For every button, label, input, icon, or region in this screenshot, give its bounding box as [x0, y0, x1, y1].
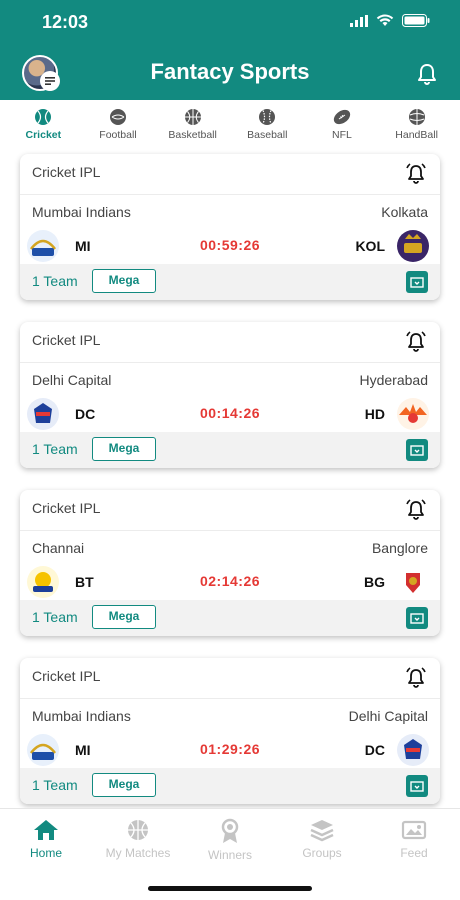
- left-team-name: Mumbai Indians: [32, 708, 131, 724]
- team-count: 1 Team: [32, 609, 78, 625]
- handball-icon: [408, 109, 425, 125]
- league-name: Cricket IPL: [32, 164, 101, 180]
- cricket-ball-icon: [35, 109, 52, 125]
- contest-icon[interactable]: [406, 271, 428, 293]
- left-team-name: Channai: [32, 540, 85, 556]
- tab-football[interactable]: Football: [83, 108, 153, 148]
- home-indicator: [148, 886, 312, 891]
- sports-tabs: Cricket Football Basketball Baseball NFL…: [0, 108, 460, 148]
- card-footer: 1 Team Mega: [20, 432, 440, 468]
- card-footer: 1 Team Mega: [20, 264, 440, 300]
- right-team-name: Hyderabad: [359, 372, 429, 388]
- left-team-name: Delhi Capital: [32, 372, 112, 388]
- signal-icon: [350, 14, 368, 27]
- league-name: Cricket IPL: [32, 332, 101, 348]
- left-team-name: Mumbai Indians: [32, 204, 131, 220]
- match-card[interactable]: Cricket IPL Channai Banglore BT BG 02:14…: [20, 490, 440, 636]
- tab-cricket[interactable]: Cricket: [8, 108, 78, 148]
- tab-label: HandBall: [395, 129, 438, 141]
- alarm-bell-icon[interactable]: [404, 329, 428, 353]
- mega-button[interactable]: Mega: [92, 605, 156, 629]
- tab-label: Football: [99, 129, 137, 141]
- alarm-bell-icon[interactable]: [404, 497, 428, 521]
- battery-icon: [402, 14, 430, 27]
- match-card[interactable]: Cricket IPL Mumbai Indians Delhi Capital…: [20, 658, 440, 804]
- team-count: 1 Team: [32, 273, 78, 289]
- baseball-icon: [259, 109, 276, 125]
- match-card[interactable]: Cricket IPL Delhi Capital Hyderabad DC H…: [20, 322, 440, 468]
- tab-baseball[interactable]: Baseball: [232, 108, 302, 148]
- app-title: Fantacy Sports: [150, 59, 310, 84]
- contest-icon[interactable]: [406, 775, 428, 797]
- divider: [20, 362, 440, 363]
- tab-label: Baseball: [247, 129, 288, 141]
- match-countdown: 02:14:26: [199, 573, 261, 589]
- tab-nfl[interactable]: NFL: [307, 108, 377, 148]
- american-football-icon: [333, 109, 351, 125]
- award-icon: [221, 818, 239, 843]
- image-icon: [401, 820, 427, 840]
- home-icon: [34, 820, 58, 840]
- notification-bell-icon[interactable]: [416, 62, 438, 86]
- mega-button[interactable]: Mega: [92, 269, 156, 293]
- match-list: Cricket IPL Mumbai Indians Kolkata MI KO…: [20, 154, 440, 826]
- contest-icon[interactable]: [406, 607, 428, 629]
- league-name: Cricket IPL: [32, 668, 101, 684]
- football-icon: [109, 109, 126, 125]
- right-team-name: Kolkata: [381, 204, 428, 220]
- nav-winners[interactable]: Winners: [185, 809, 275, 868]
- divider: [20, 530, 440, 531]
- nav-label: Feed: [400, 846, 428, 860]
- nav-label: Winners: [207, 848, 252, 862]
- status-icons: [350, 14, 430, 27]
- match-countdown: 00:14:26: [199, 405, 261, 421]
- status-time: 12:03: [42, 12, 89, 32]
- tab-label: Cricket: [25, 129, 62, 141]
- nav-groups[interactable]: Groups: [277, 809, 367, 868]
- card-footer: 1 Team Mega: [20, 768, 440, 804]
- nav-label: Groups: [302, 846, 342, 860]
- card-footer: 1 Team Mega: [20, 600, 440, 636]
- match-countdown: 00:59:26: [199, 237, 261, 253]
- nav-my-matches[interactable]: My Matches: [93, 809, 183, 868]
- nav-feed[interactable]: Feed: [369, 809, 459, 868]
- alarm-bell-icon[interactable]: [404, 161, 428, 185]
- app-header: 12:03 Fantacy Sports: [0, 0, 460, 100]
- league-name: Cricket IPL: [32, 500, 101, 516]
- alarm-bell-icon[interactable]: [404, 665, 428, 689]
- match-countdown: 01:29:26: [199, 741, 261, 757]
- right-team-name: Banglore: [371, 540, 428, 556]
- tab-basketball[interactable]: Basketball: [158, 108, 228, 148]
- right-team-name: Delhi Capital: [348, 708, 428, 724]
- layers-icon: [310, 820, 334, 842]
- mega-button[interactable]: Mega: [92, 773, 156, 797]
- match-card[interactable]: Cricket IPL Mumbai Indians Kolkata MI KO…: [20, 154, 440, 300]
- bottom-nav: Home My Matches Winners Groups Feed: [0, 808, 460, 868]
- divider: [20, 194, 440, 195]
- wifi-icon: [376, 14, 394, 26]
- team-count: 1 Team: [32, 441, 78, 457]
- nav-label: My Matches: [105, 846, 171, 860]
- nav-home[interactable]: Home: [1, 809, 91, 868]
- divider: [20, 698, 440, 699]
- tab-handball[interactable]: HandBall: [382, 108, 452, 148]
- mega-button[interactable]: Mega: [92, 437, 156, 461]
- basketball-icon: [128, 820, 148, 840]
- team-count: 1 Team: [32, 777, 78, 793]
- nav-label: Home: [29, 846, 62, 860]
- tab-label: NFL: [332, 129, 352, 141]
- contest-icon[interactable]: [406, 439, 428, 461]
- tab-label: Basketball: [168, 129, 217, 141]
- basketball-icon: [184, 109, 201, 125]
